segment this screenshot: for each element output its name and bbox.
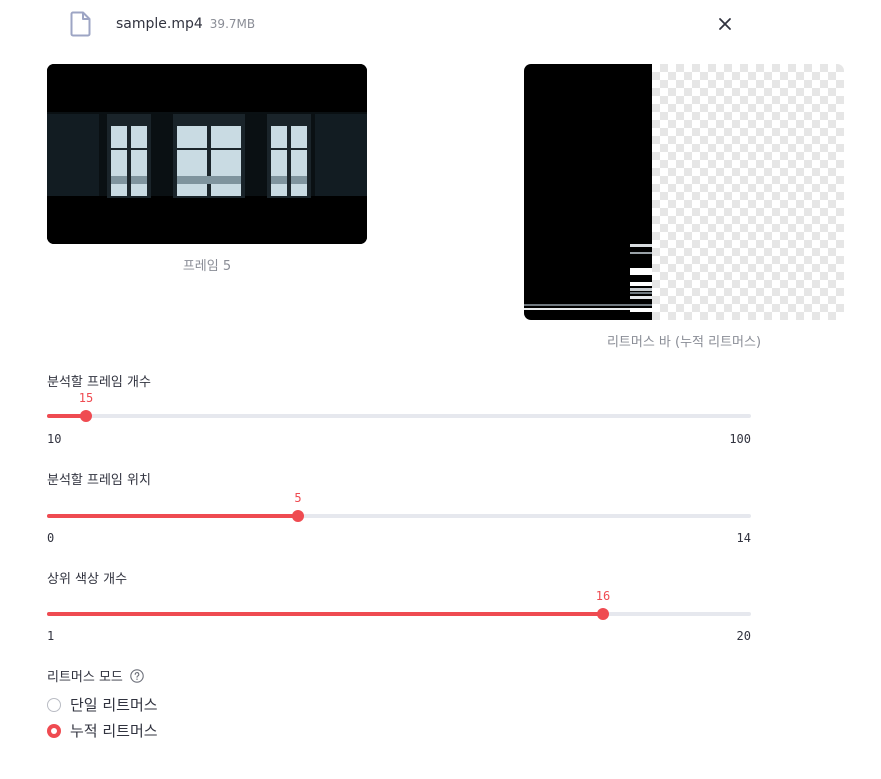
litmus-bar-caption: 리트머스 바 (누적 리트머스) xyxy=(606,335,762,350)
litmus-bar-image xyxy=(524,64,844,320)
radio-single-litmus[interactable]: 단일 리트머스 xyxy=(47,694,158,715)
app-page: sample.mp4 39.7MB 프레임 5 리트머스 바 (누적 리트머스)… xyxy=(0,0,881,779)
slider-max: 20 xyxy=(736,629,751,643)
frame-count-slider[interactable]: 15 xyxy=(47,391,751,422)
litmus-mode-label: 리트머스 모드 xyxy=(47,670,123,685)
top-colors-slider[interactable]: 16 xyxy=(47,589,751,620)
frame-caption: 프레임 5 xyxy=(182,259,232,274)
window-scene-graphic xyxy=(47,64,367,244)
slider-max: 14 xyxy=(736,531,751,545)
file-size: 39.7MB xyxy=(209,17,256,31)
slider-value: 15 xyxy=(78,391,94,405)
radio-cumulative-litmus[interactable]: 누적 리트머스 xyxy=(47,720,158,741)
file-name: sample.mp4 xyxy=(116,16,203,32)
slider-thumb[interactable] xyxy=(292,510,304,522)
frame-position-slider-label: 분석할 프레임 위치 xyxy=(47,473,151,488)
slider-thumb[interactable] xyxy=(597,608,609,620)
file-icon xyxy=(70,11,91,37)
slider-min: 10 xyxy=(47,432,62,446)
frame-preview-image xyxy=(47,64,367,244)
radio-option-label: 누적 리트머스 xyxy=(70,722,158,740)
litmus-bar-graphic xyxy=(524,64,652,320)
slider-max: 100 xyxy=(729,432,751,446)
radio-unselected-icon xyxy=(47,697,61,712)
slider-min: 0 xyxy=(47,531,55,545)
help-icon[interactable] xyxy=(130,668,144,683)
litmus-mode-label-row: 리트머스 모드 xyxy=(47,666,144,685)
radio-option-label: 단일 리트머스 xyxy=(70,696,158,714)
frame-count-slider-label: 분석할 프레임 개수 xyxy=(47,375,151,390)
slider-value: 16 xyxy=(595,589,611,603)
radio-selected-icon xyxy=(47,723,61,738)
slider-thumb[interactable] xyxy=(80,410,92,422)
close-icon[interactable] xyxy=(714,13,736,35)
slider-fill xyxy=(47,514,298,518)
top-colors-slider-label: 상위 색상 개수 xyxy=(47,572,128,587)
uploaded-file-row: sample.mp4 39.7MB xyxy=(70,10,750,38)
frame-position-slider[interactable]: 5 xyxy=(47,491,751,522)
slider-min: 1 xyxy=(47,629,55,643)
slider-fill xyxy=(47,612,603,616)
slider-value: 5 xyxy=(294,491,302,505)
